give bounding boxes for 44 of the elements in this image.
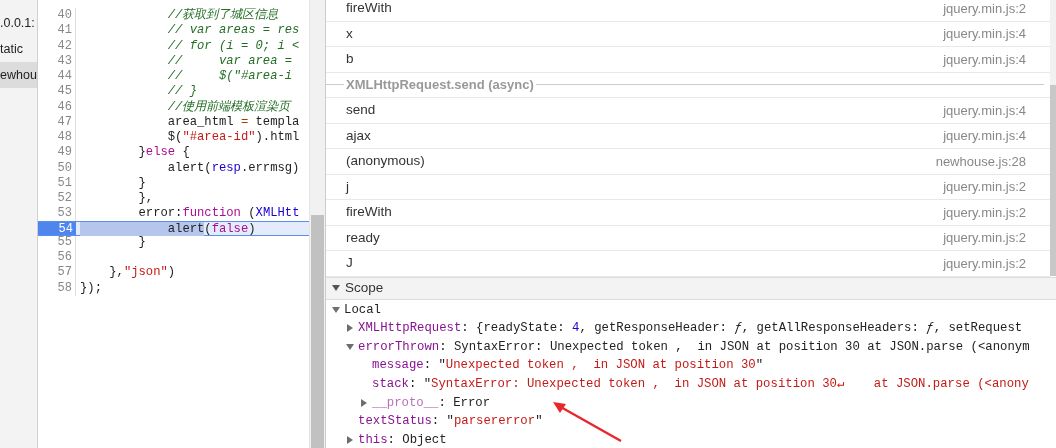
breakpoint-marker[interactable]: 54 — [38, 221, 76, 235]
call-stack-frame[interactable]: x jquery.min.js:4 — [326, 21, 1050, 47]
call-stack-frame[interactable]: (anonymous) newhouse.js:28 — [326, 149, 1050, 175]
scope-variable[interactable]: message: "Unexpected token , in JSON at position 30" — [326, 356, 1056, 375]
code-line: },"json") — [108, 265, 176, 281]
call-stack-frame[interactable]: ajax jquery.min.js:4 — [326, 123, 1050, 149]
code-line: error:function (XMLHtt — [137, 206, 300, 222]
code-line: }); — [79, 280, 102, 296]
scope-header[interactable]: Scope — [326, 276, 1056, 300]
file-tree-item[interactable]: ewhou — [0, 62, 37, 88]
scope-variable[interactable]: __proto__: Error — [326, 393, 1056, 413]
scrollbar-thumb[interactable] — [311, 215, 324, 448]
call-stack-frame[interactable]: ready jquery.min.js:2 — [326, 225, 1050, 251]
code-line: // $("#area-i — [166, 69, 293, 85]
code-line: // for (i = 0; i < — [166, 38, 300, 54]
async-separator-label: XMLHttpRequest.send (async) — [345, 76, 535, 94]
scope-variable[interactable]: Local — [326, 300, 1056, 320]
code-line: // } — [166, 84, 198, 100]
code-line: }, — [137, 191, 154, 207]
call-stack-frame[interactable]: J jquery.min.js:2 — [326, 251, 1050, 277]
file-tree-item[interactable]: .0.0.1: — [0, 10, 37, 36]
scope-variable[interactable]: XMLHttpRequest: {readyState: 4, getResponseHeader: ƒ, getAllResponseHeaders: ƒ, setRequest — [326, 319, 1056, 338]
code-line: area_html = templa — [166, 114, 300, 130]
call-stack-frame[interactable]: b jquery.min.js:4 — [326, 47, 1050, 73]
code-line: $("#area-id").html — [166, 130, 300, 146]
scope-variable[interactable]: errorThrown: SyntaxError: Unexpected token , in JSON at position 30 at JSON.parse (<anonym — [326, 337, 1056, 357]
code-line: // var area = — [166, 53, 293, 69]
scope-variable[interactable]: stack: "SyntaxError: Unexpected token , in JSON at position 30↵ at JSON.parse (<anony — [326, 374, 1056, 394]
scope-variable[interactable]: this: Object — [326, 430, 1056, 448]
annotation-arrow — [551, 401, 623, 443]
call-stack-frame[interactable]: j jquery.min.js:2 — [326, 174, 1050, 200]
call-stack-frame[interactable]: fireWith jquery.min.js:2 — [326, 200, 1050, 226]
code-line: //获取到了城区信息 — [166, 8, 279, 24]
code-line: }else { — [137, 145, 190, 161]
call-stack-frame[interactable]: fireWith jquery.min.js:2 — [326, 0, 1050, 22]
code-line: //使用前端模板渲染页 — [166, 99, 291, 115]
code-line: } — [137, 175, 146, 191]
call-stack-frame[interactable]: send jquery.min.js:4 — [326, 98, 1050, 124]
scope-variable[interactable]: textStatus: "parsererror" — [326, 412, 1056, 431]
code-line: // var areas = res — [166, 23, 300, 39]
code-line: alert(resp.errmsg) — [166, 160, 300, 176]
scrollbar-thumb[interactable] — [1050, 85, 1056, 276]
file-tree-item[interactable]: tatic — [0, 36, 37, 62]
code-line: } — [137, 234, 146, 250]
